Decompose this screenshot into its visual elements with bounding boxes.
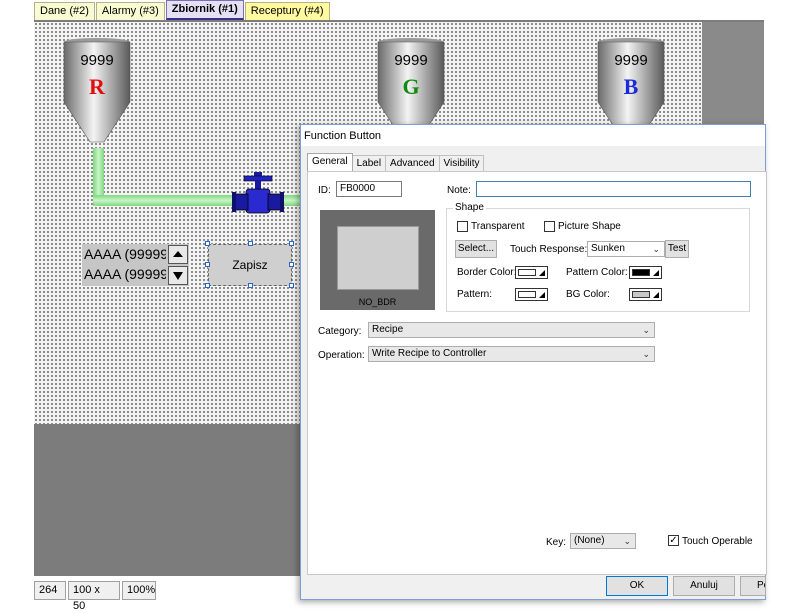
picture-shape-label: Picture Shape [558,221,621,232]
tank-r-value: 9999 [80,52,114,69]
category-label: Category: [318,326,362,337]
shape-preview-caption: NO_BDR [358,297,397,307]
resize-handle[interactable] [248,283,253,288]
tab-dane[interactable]: Dane (#2) [34,2,95,20]
touch-response-value: Sunken [591,243,625,254]
select-shape-button[interactable]: Select... [455,240,497,258]
chevron-down-icon: ⌄ [623,536,631,546]
recipe-row-1: AAAA (99999 [84,246,166,262]
border-color-label: Border Color: [457,267,517,278]
ok-button[interactable]: OK [606,576,668,596]
cancel-button[interactable]: Anuluj [673,576,735,596]
dropdown-triangle-icon [653,292,659,298]
scroll-down-button[interactable] [168,266,188,285]
bg-color-label: BG Color: [566,289,610,300]
function-button-dialog: Function Button General Label Advanced V… [300,124,767,600]
pattern-color-label: Pattern Color: [566,267,628,278]
transparent-checkbox[interactable] [457,221,468,232]
touch-response-label: Touch Response: [510,244,588,255]
dropdown-triangle-icon [653,270,659,276]
id-field[interactable]: FB0000 [336,181,402,197]
pattern-color-picker[interactable] [629,266,662,279]
tab-visibility[interactable]: Visibility [438,155,485,171]
transparent-label: Transparent [471,221,525,232]
dialog-title: Function Button [301,125,765,147]
tank-r[interactable]: 9999 R [62,38,132,148]
chevron-down-icon: ⌄ [642,325,650,335]
shape-preview-inner [337,226,419,290]
help-button[interactable]: Po [740,576,766,596]
tab-receptury[interactable]: Receptury (#4) [244,2,330,20]
resize-handle[interactable] [248,241,253,246]
tab-label[interactable]: Label [351,155,387,171]
chevron-down-icon: ⌄ [642,349,650,359]
shape-group-title: Shape [453,202,486,213]
resize-handle[interactable] [205,262,210,267]
shape-group: Shape Transparent Picture Shape Select..… [446,202,750,312]
operation-select[interactable]: Write Recipe to Controller ⌄ [368,346,655,362]
operation-label: Operation: [318,350,365,361]
save-function-button[interactable]: Zapisz [208,244,292,286]
border-color-picker[interactable] [515,266,548,279]
bg-color-picker[interactable] [629,288,662,301]
shape-preview: NO_BDR [320,210,435,310]
note-field[interactable] [476,181,751,197]
status-bar: 264 100 x 50 100% [34,581,158,612]
dropdown-triangle-icon [539,292,545,298]
status-coord: 264 [34,581,66,600]
screen-tabs: Dane (#2) Alarmy (#3) Zbiornik (#1) Rece… [34,0,331,20]
general-panel: ID: FB0000 Note: NO_BDR Shape Transparen… [307,171,767,575]
touch-operable-checkbox[interactable]: ✓ [668,535,679,546]
chevron-down-icon: ⌄ [652,244,660,254]
tank-g-value: 9999 [394,52,428,69]
tab-general[interactable]: General [307,153,353,172]
resize-handle[interactable] [289,262,294,267]
pattern-picker[interactable] [515,288,548,301]
border-color-swatch [518,269,536,276]
status-size: 100 x 50 [68,581,120,612]
status-zoom: 100% [122,581,156,600]
arrow-up-icon [173,251,183,257]
tank-g-letter: G [402,74,420,99]
dropdown-triangle-icon [539,270,545,276]
arrow-down-icon [173,272,183,280]
tank-r-letter: R [89,74,105,99]
key-select[interactable]: (None) ⌄ [570,533,636,549]
picture-shape-checkbox[interactable] [544,221,555,232]
operation-value: Write Recipe to Controller [372,348,487,359]
bg-color-swatch [632,291,650,298]
resize-handle[interactable] [205,241,210,246]
category-value: Recipe [372,324,404,335]
recipe-row-2: AAAA (99999 [84,266,166,282]
pattern-swatch [518,291,536,298]
touch-operable-label: Touch Operable [682,536,753,547]
tank-b-letter: B [623,74,639,99]
id-label: ID: [318,185,331,196]
recipe-selector[interactable]: AAAA (99999 AAAA (99999 [82,244,189,286]
tab-alarmy[interactable]: Alarmy (#3) [95,2,165,20]
tab-zbiornik[interactable]: Zbiornik (#1) [165,0,244,20]
dialog-tabs: General Label Advanced Visibility [307,153,485,172]
resize-handle[interactable] [289,241,294,246]
category-select[interactable]: Recipe ⌄ [368,322,655,338]
scroll-up-button[interactable] [168,245,188,264]
touch-response-select[interactable]: Sunken ⌄ [587,241,665,257]
key-value: (None) [574,535,605,546]
pattern-color-swatch [632,269,650,276]
valve-icon[interactable] [232,172,284,220]
key-label: Key: [546,537,567,548]
resize-handle[interactable] [205,283,210,288]
tank-b-value: 9999 [614,52,648,69]
note-label: Note: [447,185,471,196]
pattern-label: Pattern: [457,289,493,300]
test-button[interactable]: Test [665,240,689,258]
resize-handle[interactable] [289,283,294,288]
tab-advanced[interactable]: Advanced [385,155,440,171]
